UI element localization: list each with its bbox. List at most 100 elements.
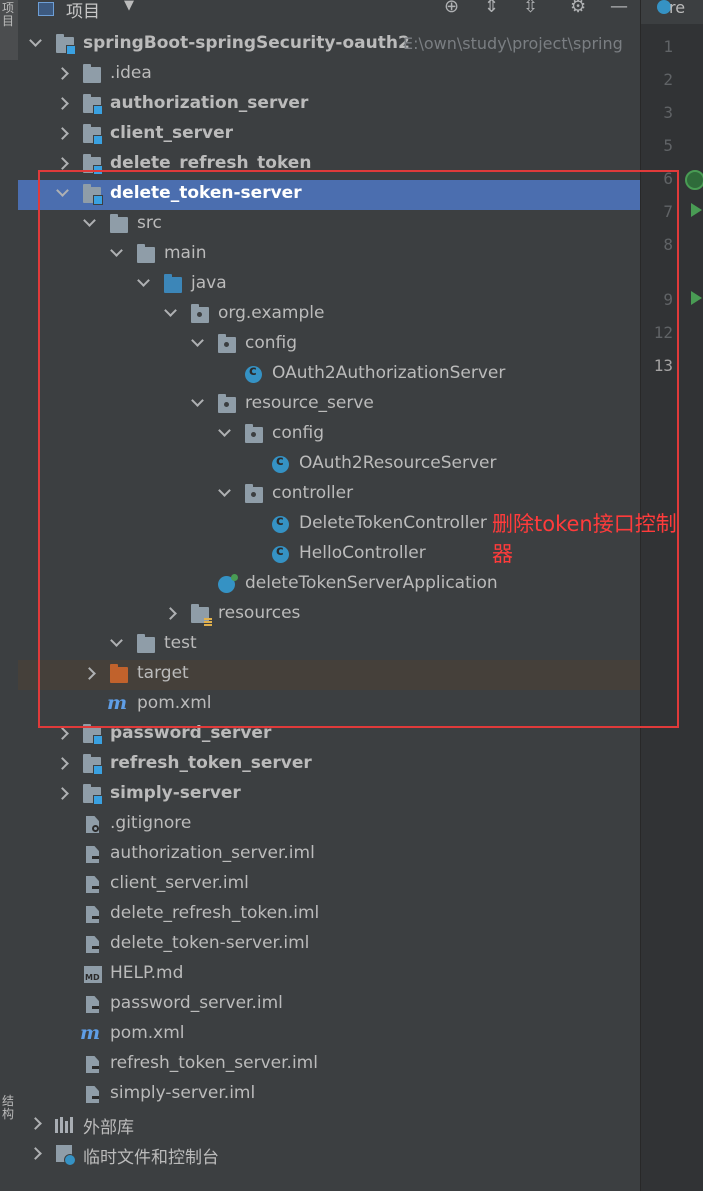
chevron-right-icon[interactable]: [84, 665, 96, 683]
tree-row[interactable]: target: [18, 660, 640, 690]
project-tool-tab[interactable]: 项目: [0, 0, 18, 60]
run-icon[interactable]: [691, 291, 702, 305]
hide-icon[interactable]: —: [610, 0, 628, 17]
chevron-right-icon[interactable]: [57, 725, 69, 743]
chevron-down-icon[interactable]: [138, 275, 150, 293]
tree-row[interactable]: controller: [18, 480, 640, 510]
tree-row[interactable]: client_server: [18, 120, 640, 150]
line-number: 2: [663, 70, 673, 89]
tree-row[interactable]: resources: [18, 600, 640, 630]
chevron-right-icon[interactable]: [57, 125, 69, 143]
tree-row[interactable]: authorization_server.iml: [18, 840, 640, 870]
tree-row[interactable]: config: [18, 330, 640, 360]
tree-row[interactable]: 外部库: [18, 1110, 640, 1140]
chevron-down-icon[interactable]: [192, 395, 204, 413]
tree-row[interactable]: refresh_token_server.iml: [18, 1050, 640, 1080]
line-number: 6: [663, 169, 673, 188]
tree-row[interactable]: simply-server: [18, 780, 640, 810]
iml-file-icon: [86, 1056, 99, 1073]
tree-row[interactable]: m pom.xml: [18, 1020, 640, 1050]
tree-row[interactable]: config: [18, 420, 640, 450]
iml-file-icon: [86, 876, 99, 893]
chevron-down-icon[interactable]: [84, 215, 96, 233]
tree-label: 临时文件和控制台: [83, 1148, 219, 1168]
package-icon: [245, 484, 263, 503]
folder-icon: [137, 244, 155, 263]
tree-row[interactable]: simply-server.iml: [18, 1080, 640, 1110]
tree-row[interactable]: java: [18, 270, 640, 300]
tree-row-root[interactable]: springBoot-springSecurity-oauth2 E:\own\…: [18, 30, 640, 60]
maven-icon: m: [80, 1022, 101, 1044]
collapse-all-icon[interactable]: ⇳: [523, 0, 538, 17]
tree-label: resources: [218, 603, 301, 623]
tree-row[interactable]: delete_refresh_token: [18, 150, 640, 180]
tree-row[interactable]: .gitignore: [18, 810, 640, 840]
chevron-down-icon[interactable]: [192, 335, 204, 353]
chevron-down-icon[interactable]: [165, 305, 177, 323]
tree-row-selected[interactable]: delete_token-server: [18, 180, 640, 210]
external-libraries-icon: [55, 1115, 75, 1133]
tree-label: resource_serve: [245, 393, 374, 413]
module-folder-icon: [83, 724, 103, 745]
tree-row[interactable]: delete_token-server.iml: [18, 930, 640, 960]
tree-row[interactable]: HELP.md: [18, 960, 640, 990]
tree-row[interactable]: delete_refresh_token.iml: [18, 900, 640, 930]
tree-label: HelloController: [299, 543, 426, 563]
tree-row[interactable]: org.example: [18, 300, 640, 330]
class-icon: [272, 544, 289, 563]
tree-row[interactable]: client_server.iml: [18, 870, 640, 900]
chevron-down-icon[interactable]: [219, 485, 231, 503]
chevron-right-icon[interactable]: [30, 1145, 42, 1163]
tree-row[interactable]: refresh_token_server: [18, 750, 640, 780]
chevron-down-icon[interactable]: [111, 245, 123, 263]
chevron-right-icon[interactable]: [30, 1115, 42, 1133]
iml-file-icon: [86, 996, 99, 1013]
tree-row[interactable]: test: [18, 630, 640, 660]
tree-label: config: [245, 333, 298, 353]
tree-label: password_server: [110, 723, 272, 743]
tree-label: 外部库: [83, 1118, 134, 1138]
run-icon[interactable]: [691, 203, 702, 217]
chevron-down-icon[interactable]: [57, 185, 69, 203]
chevron-down-icon[interactable]: [111, 635, 123, 653]
project-panel: 项目 ▼ ⊕ ⇕ ⇳ ⚙ — springBoot-springSecurity…: [18, 0, 640, 1191]
resources-folder-icon: [191, 604, 212, 626]
tree-row[interactable]: password_server.iml: [18, 990, 640, 1020]
gear-icon[interactable]: ⚙: [570, 0, 586, 17]
panel-title[interactable]: 项目: [66, 0, 100, 22]
chevron-down-icon[interactable]: [219, 425, 231, 443]
view-dropdown-caret[interactable]: ▼: [124, 0, 134, 13]
expand-all-icon[interactable]: ⇕: [484, 0, 499, 17]
tree-row[interactable]: OAuth2ResourceServer: [18, 450, 640, 480]
locate-icon[interactable]: ⊕: [444, 0, 459, 17]
chevron-right-icon[interactable]: [57, 785, 69, 803]
editor-tab[interactable]: re: [641, 0, 703, 24]
tree-label: delete_token-server.iml: [110, 933, 310, 953]
tree-row[interactable]: resource_serve: [18, 390, 640, 420]
tree-row[interactable]: authorization_server: [18, 90, 640, 120]
chevron-right-icon[interactable]: [57, 65, 69, 83]
tree-row[interactable]: 临时文件和控制台: [18, 1140, 640, 1170]
maven-icon: m: [107, 692, 128, 714]
line-number: 8: [663, 235, 673, 254]
tree-label: simply-server: [110, 783, 241, 803]
tree-label: test: [164, 633, 197, 653]
chevron-right-icon[interactable]: [57, 155, 69, 173]
tree-row[interactable]: main: [18, 240, 640, 270]
tree-row[interactable]: .idea: [18, 60, 640, 90]
iml-file-icon: [86, 936, 99, 953]
structure-tool-label[interactable]: 结构: [2, 1095, 16, 1121]
tree-label: client_server.iml: [110, 873, 249, 893]
tree-row[interactable]: OAuth2AuthorizationServer: [18, 360, 640, 390]
tree-label: .idea: [110, 63, 152, 83]
tree-row[interactable]: src: [18, 210, 640, 240]
chevron-down-icon[interactable]: [30, 35, 42, 53]
tree-label: delete_refresh_token.iml: [110, 903, 320, 923]
tree-row[interactable]: m pom.xml: [18, 690, 640, 720]
chevron-right-icon[interactable]: [57, 755, 69, 773]
chevron-right-icon[interactable]: [57, 95, 69, 113]
tree-row[interactable]: deleteTokenServerApplication: [18, 570, 640, 600]
chevron-right-icon[interactable]: [165, 605, 177, 623]
tree-row[interactable]: password_server: [18, 720, 640, 750]
spring-bean-gutter-icon[interactable]: [685, 170, 703, 190]
